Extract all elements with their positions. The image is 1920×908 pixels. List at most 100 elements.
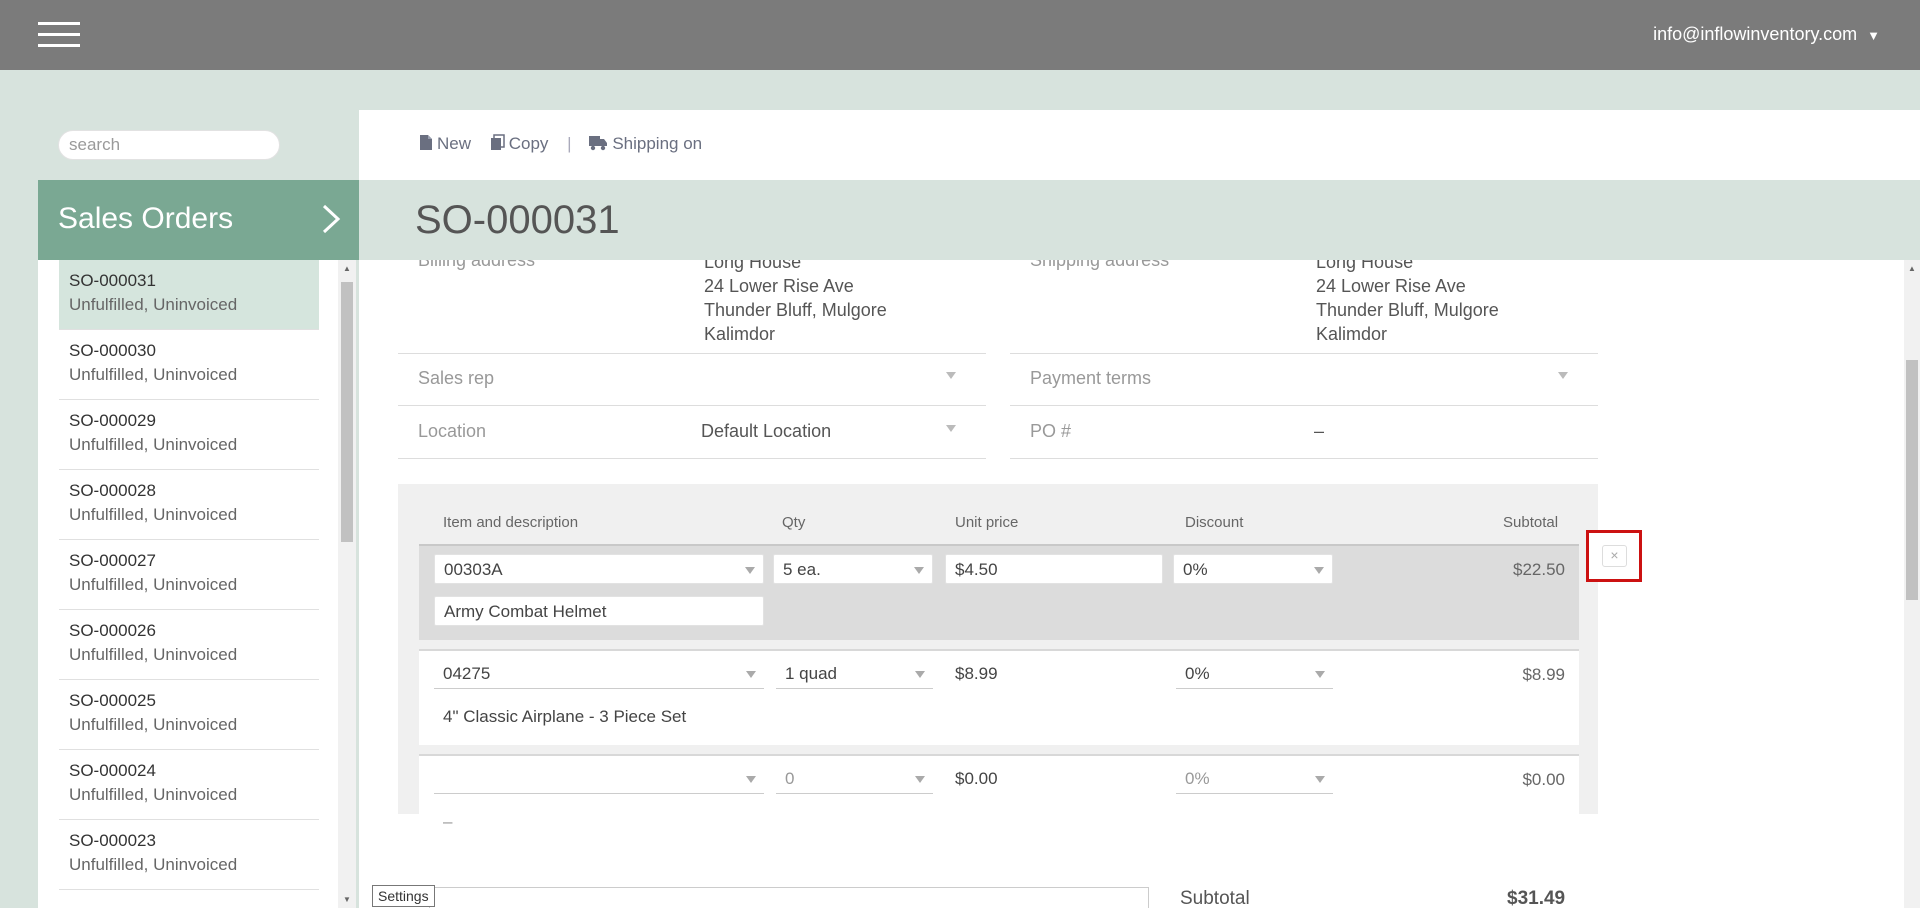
list-item[interactable]: SO-000025 Unfulfilled, Uninvoiced xyxy=(59,680,319,750)
order-number: SO-000030 xyxy=(69,341,156,360)
qty-select[interactable]: 0 xyxy=(776,764,933,794)
dropdown-caret-icon[interactable] xyxy=(946,372,956,379)
chevron-right-icon[interactable] xyxy=(316,202,346,236)
scrollbar-thumb[interactable] xyxy=(341,282,353,542)
scroll-down-icon[interactable]: ▼ xyxy=(343,895,351,904)
table-row[interactable]: 00303A 5 ea. $4.50 0% $22.50 Army Combat… xyxy=(419,544,1579,640)
remove-line-button[interactable]: × xyxy=(1586,530,1642,582)
order-status: Unfulfilled, Uninvoiced xyxy=(69,435,238,454)
scroll-up-icon[interactable]: ▲ xyxy=(1908,264,1916,273)
item-value: 00303A xyxy=(444,560,503,579)
unit-price-input[interactable]: $4.50 xyxy=(945,554,1163,584)
qty-select[interactable]: 1 quad xyxy=(776,659,933,689)
order-status: Unfulfilled, Uninvoiced xyxy=(69,365,238,384)
list-item[interactable]: SO-000029 Unfulfilled, Uninvoiced xyxy=(59,400,319,470)
search-input[interactable] xyxy=(58,130,280,160)
column-header-qty: Qty xyxy=(782,514,806,531)
billing-address-label: Billing address xyxy=(418,260,536,270)
truck-icon xyxy=(589,136,608,151)
row-subtotal: $8.99 xyxy=(1522,665,1565,684)
sidebar-scrollbar[interactable]: ▲ ▼ xyxy=(338,260,356,908)
scrollbar-thumb[interactable] xyxy=(1906,360,1918,600)
list-item[interactable]: SO-000028 Unfulfilled, Uninvoiced xyxy=(59,470,319,540)
discount-select[interactable]: 0% xyxy=(1176,764,1333,794)
column-header-item: Item and description xyxy=(443,514,579,531)
order-number: SO-000023 xyxy=(69,831,156,850)
description-value[interactable]: 4" Classic Airplane - 3 Piece Set xyxy=(443,707,686,727)
po-number-label: PO # xyxy=(1030,421,1072,441)
unit-price-value[interactable]: $0.00 xyxy=(955,769,998,789)
menu-icon[interactable] xyxy=(38,22,80,48)
sales-rep-label: Sales rep xyxy=(418,368,495,388)
shipping-address-label: Shipping address xyxy=(1030,260,1170,270)
new-button[interactable]: New xyxy=(419,134,471,154)
order-number: SO-000028 xyxy=(69,481,156,500)
column-header-subtotal: Subtotal xyxy=(1503,514,1559,531)
order-number: SO-000025 xyxy=(69,691,156,710)
payment-terms-label: Payment terms xyxy=(1030,368,1152,388)
list-item[interactable]: SO-000031 Unfulfilled, Uninvoiced xyxy=(59,260,319,330)
shipping-address[interactable]: Shipping address Long House 24 Lower Ris… xyxy=(1010,260,1598,354)
table-row[interactable]: 0 $0.00 0% $0.00 – xyxy=(419,754,1579,850)
row-subtotal: $0.00 xyxy=(1522,770,1565,789)
subtotal-label: Subtotal xyxy=(1180,888,1250,908)
dropdown-caret-icon xyxy=(1314,567,1324,574)
page-title: SO-000031 xyxy=(415,198,620,242)
order-number: SO-000027 xyxy=(69,551,156,570)
settings-tooltip: Settings xyxy=(372,885,435,907)
list-item[interactable]: SO-000024 Unfulfilled, Uninvoiced xyxy=(59,750,319,820)
discount-value: 0% xyxy=(1185,664,1210,683)
discount-select[interactable]: 0% xyxy=(1176,659,1333,689)
item-select[interactable]: 04275 xyxy=(434,659,764,689)
po-number-value: – xyxy=(1314,421,1325,441)
item-select[interactable]: 00303A xyxy=(434,554,764,584)
order-number: SO-000026 xyxy=(69,621,156,640)
qty-value: 5 ea. xyxy=(783,560,821,579)
discount-select[interactable]: 0% xyxy=(1173,554,1333,584)
discount-value: 0% xyxy=(1185,769,1210,788)
dropdown-caret-icon[interactable] xyxy=(946,425,956,432)
payment-terms-field[interactable]: Payment terms xyxy=(1010,354,1598,406)
line-items-table: Item and description Qty Unit price Disc… xyxy=(398,484,1598,850)
column-header-discount: Discount xyxy=(1185,514,1244,531)
close-icon[interactable]: × xyxy=(1602,545,1627,567)
address-line: Kalimdor xyxy=(1316,324,1388,344)
qty-value: 1 quad xyxy=(785,664,837,683)
dropdown-caret-icon[interactable] xyxy=(1558,372,1568,379)
address-line: Thunder Bluff, Mulgore xyxy=(704,300,887,320)
table-row[interactable]: 04275 1 quad $8.99 0% $8.99 4" Classic A… xyxy=(419,649,1579,745)
order-number: SO-000029 xyxy=(69,411,156,430)
dropdown-caret-icon xyxy=(745,567,755,574)
main-scrollbar[interactable]: ▲ xyxy=(1904,260,1920,908)
order-status: Unfulfilled, Uninvoiced xyxy=(69,295,238,314)
new-label: New xyxy=(437,134,472,153)
list-item[interactable]: SO-000023 Unfulfilled, Uninvoiced xyxy=(59,820,319,890)
dropdown-caret-icon xyxy=(1315,671,1325,678)
sales-rep-field[interactable]: Sales rep xyxy=(398,354,986,406)
location-field[interactable]: Location Default Location xyxy=(398,407,986,459)
sales-order-list: SO-000031 Unfulfilled, Uninvoiced SO-000… xyxy=(38,260,338,908)
description-value[interactable]: – xyxy=(443,812,452,832)
list-item[interactable]: SO-000027 Unfulfilled, Uninvoiced xyxy=(59,540,319,610)
list-item[interactable]: SO-000026 Unfulfilled, Uninvoiced xyxy=(59,610,319,680)
qty-value: 0 xyxy=(785,769,795,788)
scroll-up-icon[interactable]: ▲ xyxy=(343,264,351,273)
item-select[interactable] xyxy=(434,764,764,794)
shipping-toggle[interactable]: Shipping on xyxy=(588,134,702,154)
po-number-field[interactable]: PO # – xyxy=(1010,407,1598,459)
discount-value: 0% xyxy=(1183,560,1208,579)
order-number: SO-000024 xyxy=(69,761,156,780)
copy-button[interactable]: Copy xyxy=(490,134,548,154)
dropdown-caret-icon xyxy=(1315,776,1325,783)
notes-field[interactable] xyxy=(429,887,1149,908)
dropdown-caret-icon xyxy=(746,776,756,783)
unit-price-value[interactable]: $8.99 xyxy=(955,664,998,684)
list-item[interactable]: SO-000030 Unfulfilled, Uninvoiced xyxy=(59,330,319,400)
qty-select[interactable]: 5 ea. xyxy=(773,554,933,584)
billing-address[interactable]: Billing address Long House 24 Lower Rise… xyxy=(398,260,986,354)
description-input[interactable]: Army Combat Helmet xyxy=(434,596,764,626)
unit-price-value: $4.50 xyxy=(955,560,998,579)
account-menu[interactable]: info@inflowinventory.com ▼ xyxy=(1653,24,1880,45)
dropdown-caret-icon xyxy=(915,776,925,783)
order-status: Unfulfilled, Uninvoiced xyxy=(69,785,238,804)
